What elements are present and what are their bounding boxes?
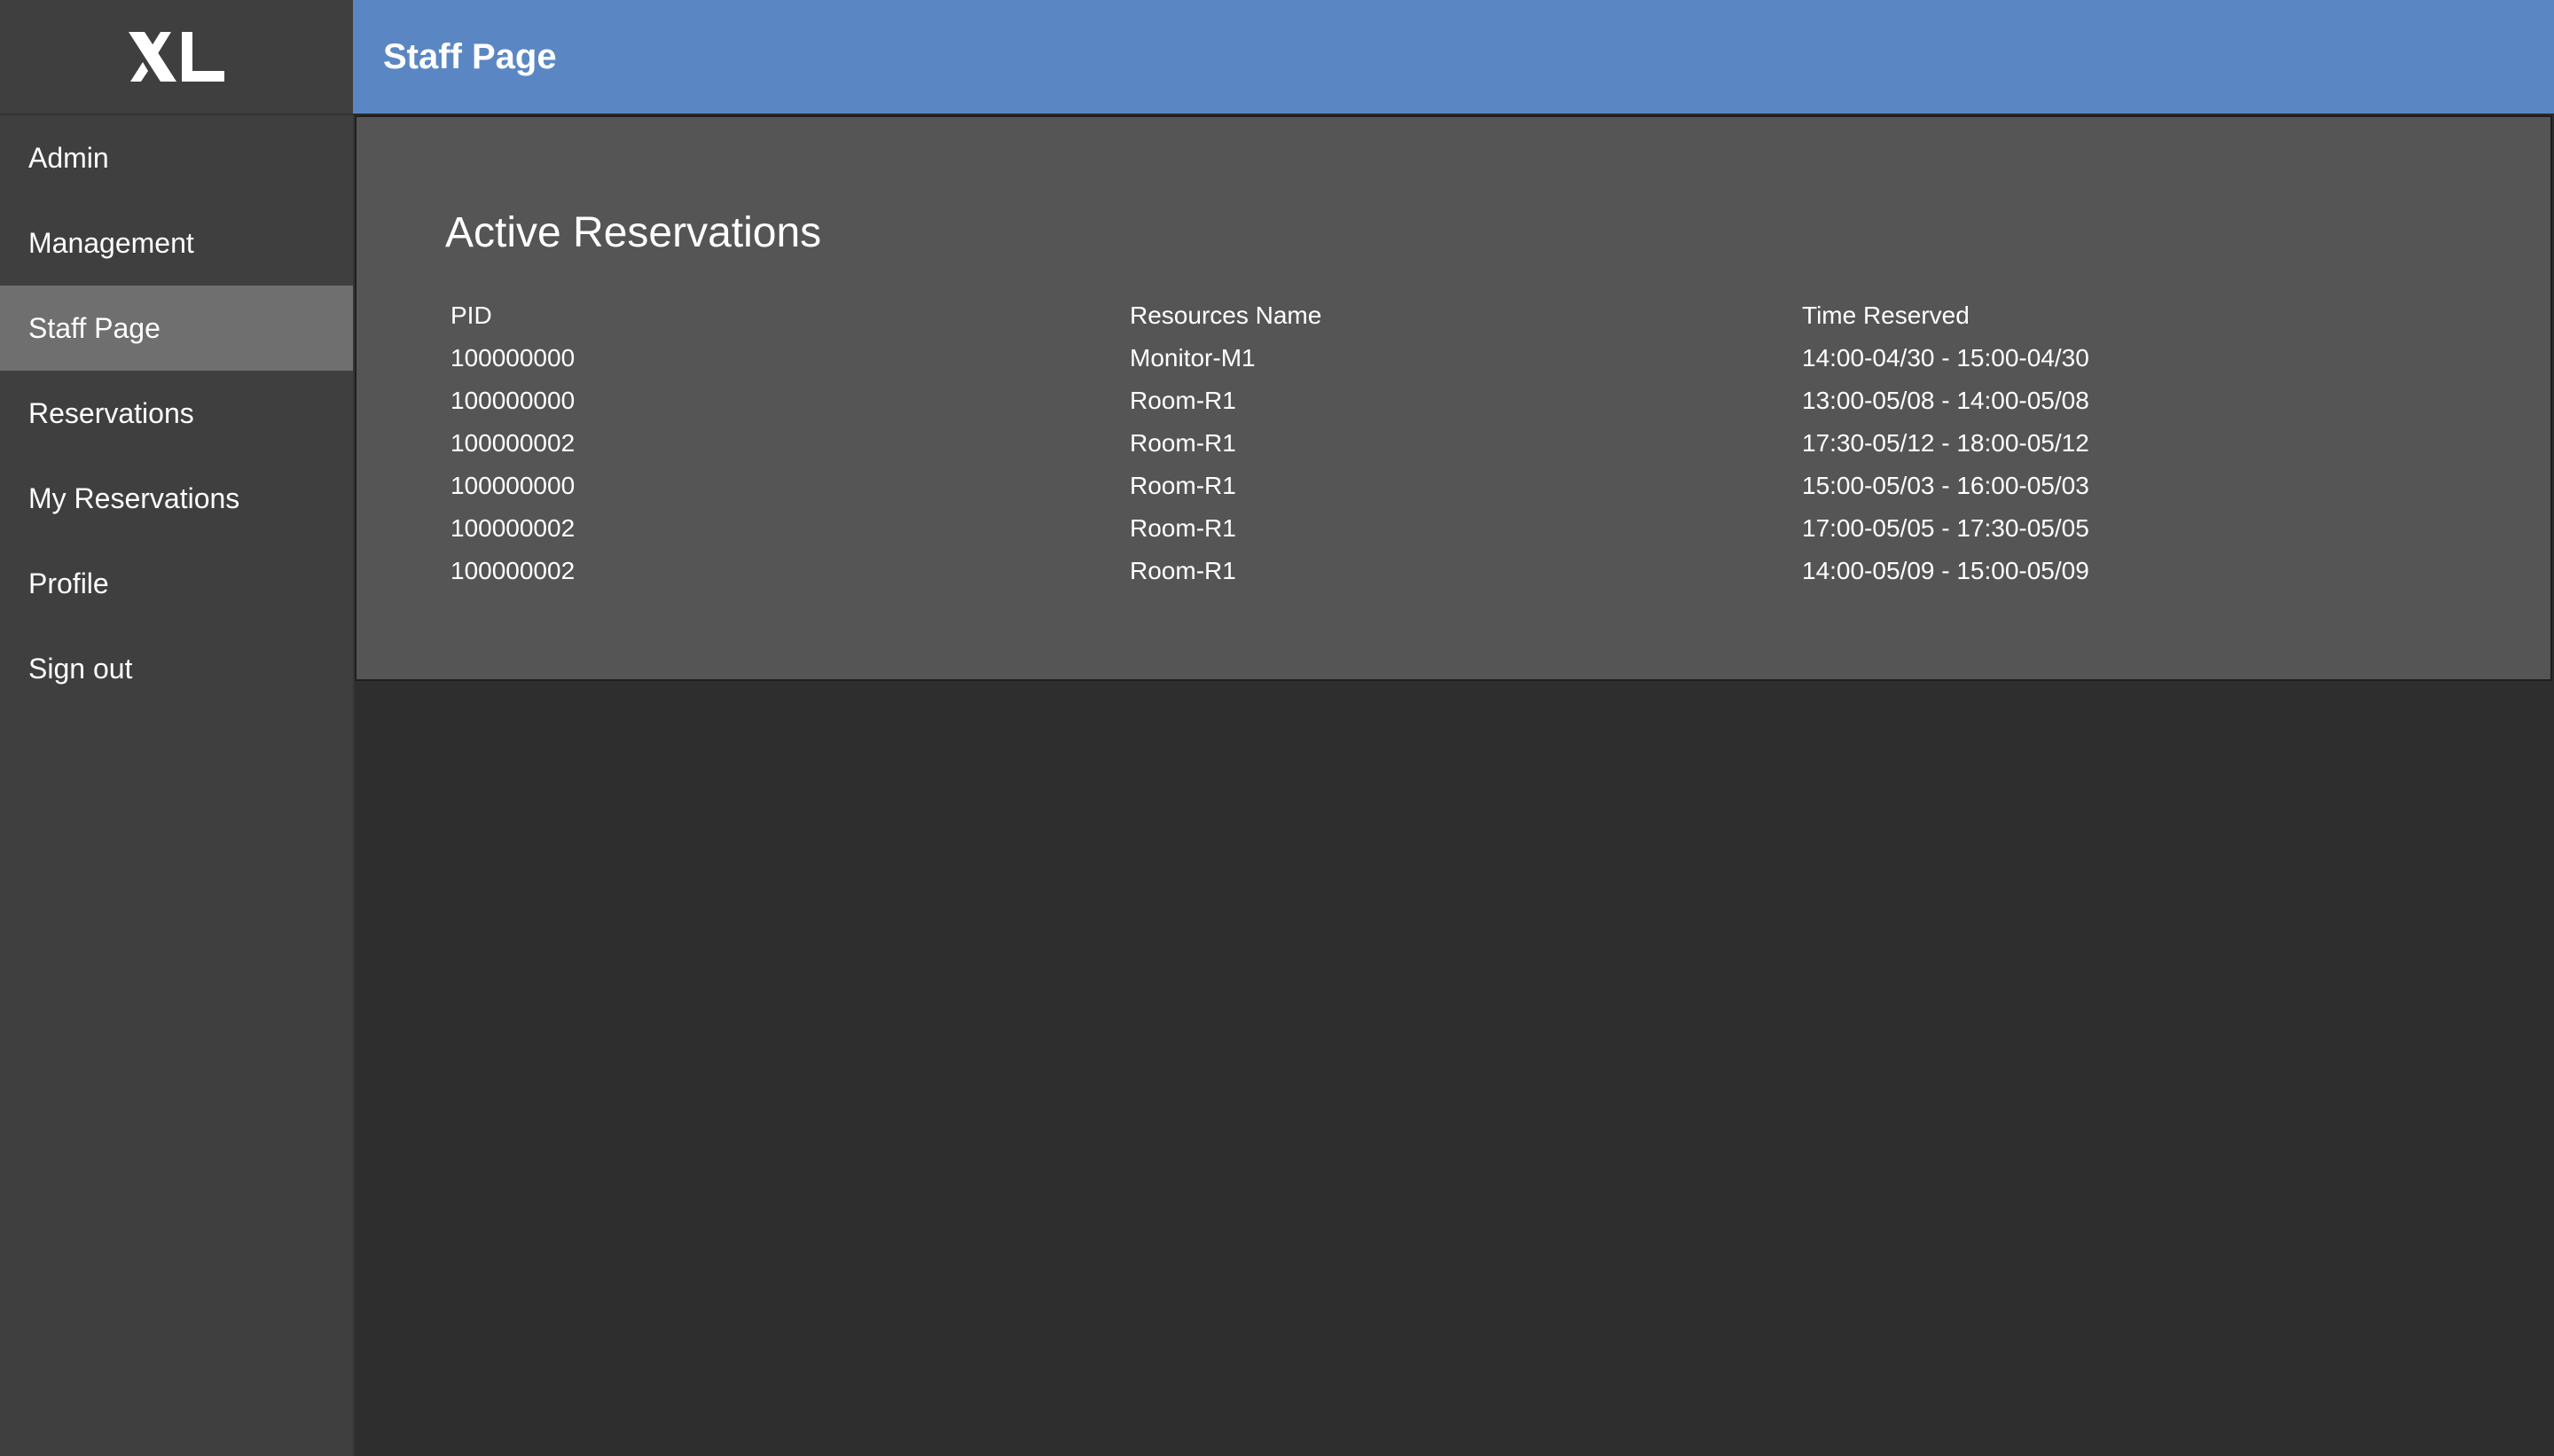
time-reserved-cell: 15:00-05/03 - 16:00-05/03 <box>1802 472 2089 499</box>
sidebar-nav: Admin Management Staff Page Reservations My … <box>0 115 353 711</box>
resource-name-cell: Room-R1 <box>1130 472 1236 499</box>
sidebar-item-sign-out[interactable]: Sign out <box>0 626 353 711</box>
pid-cell: 100000000 <box>450 387 576 414</box>
xl-logo-icon: XL <box>129 32 224 82</box>
resource-name-cell: Monitor-M1 <box>1130 344 1256 372</box>
column-header-resources-name: Resources Name <box>1130 301 1322 329</box>
time-reserved-cell: 17:00-05/05 - 17:30-05/05 <box>1802 514 2089 542</box>
table-row: 100000002 Room-R1 17:00-05/05 - 17:30-05/0… <box>445 507 2245 550</box>
time-reserved-cell: 17:30-05/12 - 18:00-05/12 <box>1802 429 2089 457</box>
table-row: 100000000 Room-R1 13:00-05/08 - 14:00-05/0… <box>445 380 2245 422</box>
pid-cell: 100000000 <box>450 344 576 372</box>
page-title: Staff Page <box>383 37 557 76</box>
reservations-table: PID Resources Name Time Reserved 1000000… <box>445 294 2245 592</box>
table-header: PID Resources Name Time Reserved <box>445 294 2245 337</box>
section-title: Active Reservations <box>445 209 822 256</box>
sidebar-item-admin[interactable]: Admin <box>0 115 353 200</box>
logo[interactable]: XL <box>0 0 353 115</box>
table-header-row: PID Resources Name Time Reserved <box>445 294 2245 337</box>
column-header-pid: PID <box>450 301 492 329</box>
table-row: 100000002 Room-R1 17:30-05/12 - 18:00-05/1… <box>445 422 2245 465</box>
resource-name-cell: Room-R1 <box>1130 557 1236 584</box>
sidebar-item-my-reservations[interactable]: My Reservations <box>0 456 353 541</box>
table-row: 100000002 Room-R1 14:00-05/09 - 15:00-05/0… <box>445 550 2245 592</box>
column-header-time-reserved: Time Reserved <box>1802 301 1970 329</box>
table-row: 100000000 Monitor-M1 14:00-04/30 - 15:00-0… <box>445 337 2245 380</box>
sidebar: XL AdminManagementStaff PageReservations… <box>0 0 355 1456</box>
table-row: 100000000 Room-R1 15:00-05/03 - 16:00-05/0… <box>445 465 2245 507</box>
app-root: XL AdminManagementStaff PageReservations… <box>0 0 2554 1456</box>
resource-name-cell: Room-R1 <box>1130 514 1236 542</box>
time-reserved-cell: 14:00-05/09 - 15:00-05/09 <box>1802 557 2089 584</box>
sidebar-item-management[interactable]: Management <box>0 200 353 286</box>
resource-name-cell: Room-R1 <box>1130 429 1236 457</box>
time-reserved-cell: 13:00-05/08 - 14:00-05/08 <box>1802 387 2089 414</box>
time-reserved-cell: 14:00-04/30 - 15:00-04/30 <box>1802 344 2089 372</box>
pid-cell: 100000000 <box>450 472 576 499</box>
table-body: 100000000 Monitor-M1 14:00-04/30 - 15:00-0… <box>445 337 2245 592</box>
pid-cell: 100000002 <box>450 557 576 584</box>
page-header: Staff Page <box>353 0 2554 115</box>
sidebar-item-staff-page[interactable]: Staff Page <box>0 286 353 371</box>
sidebar-item-profile[interactable]: Profile <box>0 541 353 626</box>
pid-cell: 100000002 <box>450 429 576 457</box>
resource-name-cell: Room-R1 <box>1130 387 1236 414</box>
sidebar-item-reservations[interactable]: Reservations <box>0 371 353 456</box>
active-reservations-panel: Active Reservations PID Resources Name T… <box>355 115 2552 681</box>
pid-cell: 100000002 <box>450 514 576 542</box>
